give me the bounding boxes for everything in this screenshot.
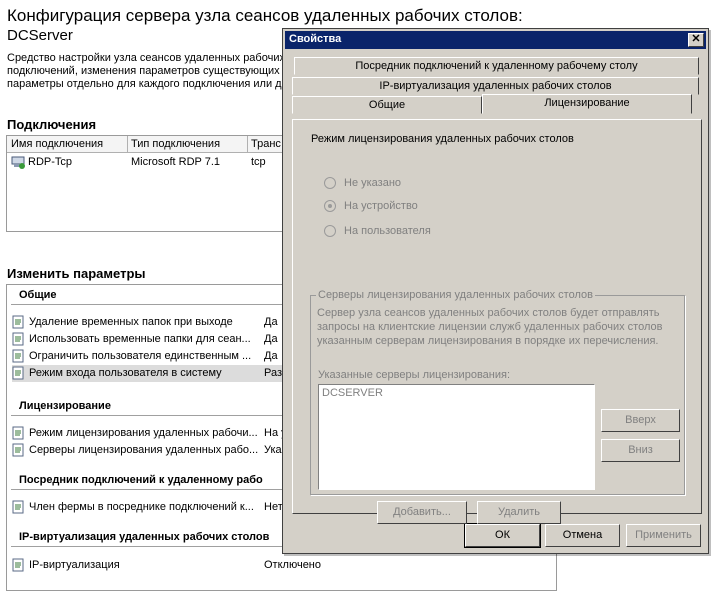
document-icon — [12, 500, 24, 514]
param-name: Использовать временные папки для сеан... — [29, 333, 251, 345]
connections-header: Имя подключения Тип подключения Транс — [7, 136, 295, 153]
document-icon — [12, 332, 24, 346]
group-licensing: Лицензирование — [19, 400, 111, 412]
column-header-name[interactable]: Имя подключения — [11, 138, 103, 150]
close-button[interactable]: ✕ — [688, 33, 704, 47]
page-title: Конфигурация сервера узла сеансов удален… — [7, 6, 523, 25]
connection-transport: tcp — [251, 156, 266, 168]
connections-list[interactable]: Имя подключения Тип подключения Транс RD… — [6, 135, 296, 232]
radio-label: На пользователя — [344, 225, 431, 237]
param-name: Серверы лицензирования удаленных рабо... — [29, 444, 259, 456]
param-value: Да — [264, 316, 278, 328]
radio-label: Не указано — [344, 177, 402, 189]
apply-button[interactable]: Применить — [626, 524, 701, 547]
param-value: Да — [264, 333, 278, 345]
description-line: указанным серверам лицензирования в поря… — [317, 335, 659, 347]
description-line: Средство настройки узла сеансов удаленны… — [7, 52, 285, 64]
document-icon — [12, 426, 24, 440]
column-divider[interactable] — [247, 136, 248, 152]
column-header-transport[interactable]: Транс — [251, 138, 281, 150]
server-name: DCServer — [7, 27, 73, 44]
close-icon: ✕ — [691, 33, 701, 45]
description-line: Сервер узла сеансов удаленных рабочих ст… — [317, 307, 660, 319]
param-value: Отключено — [264, 559, 321, 571]
param-name: Удаление временных папок при выходе — [29, 316, 233, 328]
param-value: Нет — [264, 501, 283, 513]
connection-icon — [11, 156, 25, 169]
document-icon — [12, 349, 24, 363]
licensing-panel: Режим лицензирования удаленных рабочих с… — [292, 119, 702, 524]
column-header-type[interactable]: Тип подключения — [131, 138, 220, 150]
params-heading: Изменить параметры — [7, 266, 146, 281]
dialog-titlebar[interactable]: Свойства ✕ — [285, 31, 706, 49]
move-up-button[interactable]: Вверх — [601, 409, 680, 432]
connection-row[interactable]: RDP-Tcp Microsoft RDP 7.1 tcp — [7, 155, 295, 171]
console-description: Средство настройки узла сеансов удаленны… — [7, 52, 292, 91]
radio-button[interactable] — [324, 177, 336, 189]
param-value: Да — [264, 350, 278, 362]
radio-button[interactable] — [324, 225, 336, 237]
properties-dialog: Свойства ✕ Посредник подключений к удале… — [282, 28, 709, 554]
param-name: IP-виртуализация — [29, 559, 120, 571]
param-row[interactable]: IP-виртуализация Отключено — [12, 557, 552, 574]
connection-type: Microsoft RDP 7.1 — [131, 156, 221, 168]
license-servers-group: Серверы лицензирования удаленных рабочих… — [310, 289, 685, 495]
server-item[interactable]: DCSERVER — [322, 387, 383, 399]
description-line: запросы на клиентские лицензии служб уда… — [317, 321, 663, 333]
column-divider[interactable] — [127, 136, 128, 152]
description-line: параметры отдельно для каждого подключен… — [7, 78, 282, 90]
group-ip-virtualization: IP-виртуализация удаленных рабочих столо… — [19, 531, 270, 543]
param-name: Член фермы в посреднике подключений к... — [29, 501, 254, 513]
servers-label: Указанные серверы лицензирования: — [318, 369, 511, 381]
document-icon — [12, 366, 24, 380]
add-button[interactable]: Добавить... — [377, 501, 467, 524]
cancel-button[interactable]: Отмена — [545, 524, 620, 547]
tab-general[interactable]: Общие — [292, 96, 482, 114]
connection-name: RDP-Tcp — [28, 156, 73, 168]
tab-ip-virtualization[interactable]: IP-виртуализация удаленных рабочих столо… — [292, 77, 699, 95]
servers-listbox[interactable]: DCSERVER — [318, 384, 595, 490]
document-icon — [12, 443, 24, 457]
description-line: подключений, изменения параметров сущест… — [7, 65, 280, 77]
connections-heading: Подключения — [7, 117, 97, 132]
tab-broker[interactable]: Посредник подключений к удаленному рабоч… — [294, 57, 699, 75]
licensing-mode-label: Режим лицензирования удаленных рабочих с… — [311, 133, 574, 145]
group-broker: Посредник подключений к удаленному рабо — [19, 474, 263, 486]
param-value: Ука — [264, 444, 282, 456]
document-icon — [12, 558, 24, 572]
param-name: Режим лицензирования удаленных рабочи... — [29, 427, 258, 439]
param-name: Ограничить пользователя единственным ... — [29, 350, 252, 362]
radio-button-checked[interactable] — [324, 200, 336, 212]
param-value: Раз — [264, 367, 283, 379]
tab-licensing[interactable]: Лицензирование — [482, 94, 692, 114]
remove-button[interactable]: Удалить — [477, 501, 561, 524]
dialog-title: Свойства — [289, 33, 342, 45]
ok-button[interactable]: ОК — [464, 523, 541, 548]
group-general: Общие — [19, 289, 57, 301]
param-name: Режим входа пользователя в систему — [29, 367, 222, 379]
group-title: Серверы лицензирования удаленных рабочих… — [316, 289, 595, 301]
group-description: Сервер узла сеансов удаленных рабочих ст… — [317, 306, 682, 348]
radio-label: На устройство — [344, 200, 418, 212]
document-icon — [12, 315, 24, 329]
move-down-button[interactable]: Вниз — [601, 439, 680, 462]
